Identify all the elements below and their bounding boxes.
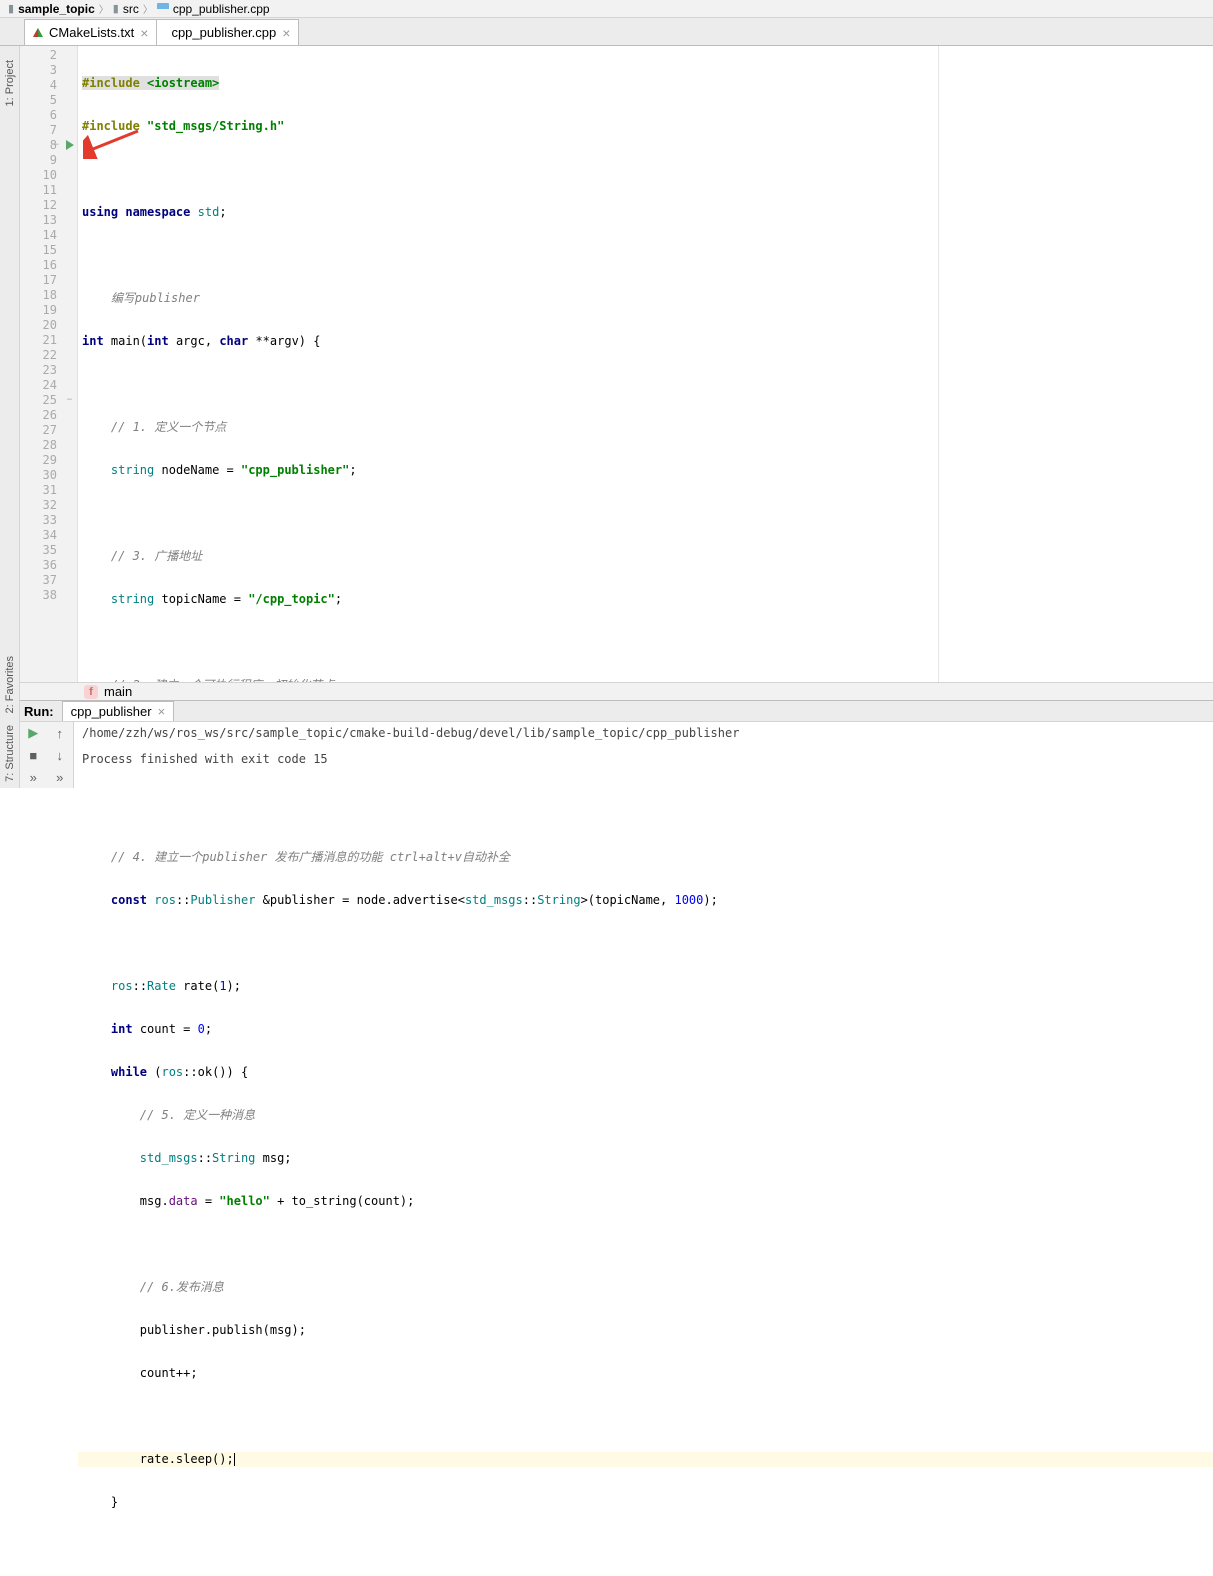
project-tool-button[interactable]: 1: Project [4, 54, 16, 112]
code-content[interactable]: #include <iostream> #include "std_msgs/S… [78, 46, 1213, 682]
structure-tool-button[interactable]: 7: Structure [4, 719, 16, 788]
line-number: 28 [20, 438, 77, 453]
breadcrumb-root[interactable]: sample_topic [18, 2, 95, 16]
member-breadcrumb: f main [20, 682, 1213, 700]
line-number: 25− [20, 393, 77, 408]
close-icon[interactable]: × [282, 25, 290, 41]
tab-label: CMakeLists.txt [49, 25, 134, 40]
line-number: 13 [20, 213, 77, 228]
fold-icon[interactable]: − [65, 396, 74, 405]
tab-cmakelists[interactable]: CMakeLists.txt × [24, 19, 157, 45]
line-number: 10 [20, 168, 77, 183]
line-number: 16 [20, 258, 77, 273]
line-number: 5 [20, 93, 77, 108]
line-number: 33 [20, 513, 77, 528]
breadcrumb-sep: 〉 [99, 1, 109, 16]
line-number: 24 [20, 378, 77, 393]
line-number: 7 [20, 123, 77, 138]
line-number: 32 [20, 498, 77, 513]
run-header: Run: cpp_publisher × [20, 701, 1213, 722]
cpp-file-icon [157, 3, 169, 15]
editor-gutter: 2345678−91011121314151617181920212223242… [20, 46, 78, 682]
line-number: 30 [20, 468, 77, 483]
line-number: 20 [20, 318, 77, 333]
line-number: 14 [20, 228, 77, 243]
line-number: 12 [20, 198, 77, 213]
line-number: 37 [20, 573, 77, 588]
cmake-icon [33, 28, 43, 37]
close-icon[interactable]: × [140, 25, 148, 41]
member-name[interactable]: main [104, 684, 132, 699]
line-number: 19 [20, 303, 77, 318]
line-number: 17 [20, 273, 77, 288]
tab-label: cpp_publisher.cpp [171, 25, 276, 40]
function-icon: f [84, 685, 98, 699]
line-number: 18 [20, 288, 77, 303]
line-number: 3 [20, 63, 77, 78]
tab-cpp-publisher[interactable]: cpp_publisher.cpp × [156, 19, 299, 45]
line-number: 35 [20, 543, 77, 558]
run-tab[interactable]: cpp_publisher × [62, 701, 175, 721]
line-number: 22 [20, 348, 77, 363]
breadcrumb-sep: 〉 [143, 1, 153, 16]
line-number: 6 [20, 108, 77, 123]
left-tool-stripe: 1: Project 2: Favorites 7: Structure [0, 46, 20, 788]
line-number: 23 [20, 363, 77, 378]
line-number: 34 [20, 528, 77, 543]
rerun-button[interactable]: ▶ [28, 725, 38, 741]
scroll-up-button[interactable]: ↑ [57, 726, 64, 741]
line-number: 29 [20, 453, 77, 468]
run-toolbar: ▶ ↑ ■ ↓ » » [20, 722, 74, 788]
line-number: 38 [20, 588, 77, 603]
output-line: /home/zzh/ws/ros_ws/src/sample_topic/cma… [82, 726, 1205, 740]
run-tab-label: cpp_publisher [71, 704, 152, 719]
line-number: 11 [20, 183, 77, 198]
stop-button[interactable]: ■ [29, 748, 37, 763]
line-number: 9 [20, 153, 77, 168]
run-gutter-icon[interactable] [66, 140, 74, 150]
more-button[interactable]: » [30, 770, 37, 785]
line-number: 26 [20, 408, 77, 423]
more-button-2[interactable]: » [56, 770, 63, 785]
run-title: Run: [24, 704, 54, 719]
fold-icon[interactable]: − [52, 141, 61, 150]
line-number: 31 [20, 483, 77, 498]
run-tool-window: Run: cpp_publisher × ▶ ↑ ■ ↓ » » /home/z… [20, 700, 1213, 788]
breadcrumb-mid[interactable]: src [123, 2, 139, 16]
nav-breadcrumb: ▮ sample_topic 〉 ▮ src 〉 cpp_publisher.c… [0, 0, 1213, 18]
code-editor[interactable]: 2345678−91011121314151617181920212223242… [20, 46, 1213, 682]
line-number: 36 [20, 558, 77, 573]
favorites-tool-button[interactable]: 2: Favorites [4, 650, 16, 719]
line-number: 21 [20, 333, 77, 348]
folder-icon: ▮ [8, 2, 14, 15]
close-icon[interactable]: × [158, 704, 166, 719]
line-number: 4 [20, 78, 77, 93]
line-number: 27 [20, 423, 77, 438]
editor-tabs: CMakeLists.txt × cpp_publisher.cpp × [0, 18, 1213, 46]
folder-icon: ▮ [113, 2, 119, 15]
output-line: Process finished with exit code 15 [82, 752, 1205, 766]
line-number: 15 [20, 243, 77, 258]
text-cursor [234, 1453, 235, 1466]
line-number: 8− [20, 138, 77, 153]
line-number: 2 [20, 48, 77, 63]
run-console-output[interactable]: /home/zzh/ws/ros_ws/src/sample_topic/cma… [74, 722, 1213, 788]
breadcrumb-file[interactable]: cpp_publisher.cpp [173, 2, 270, 16]
scroll-down-button[interactable]: ↓ [57, 748, 64, 763]
